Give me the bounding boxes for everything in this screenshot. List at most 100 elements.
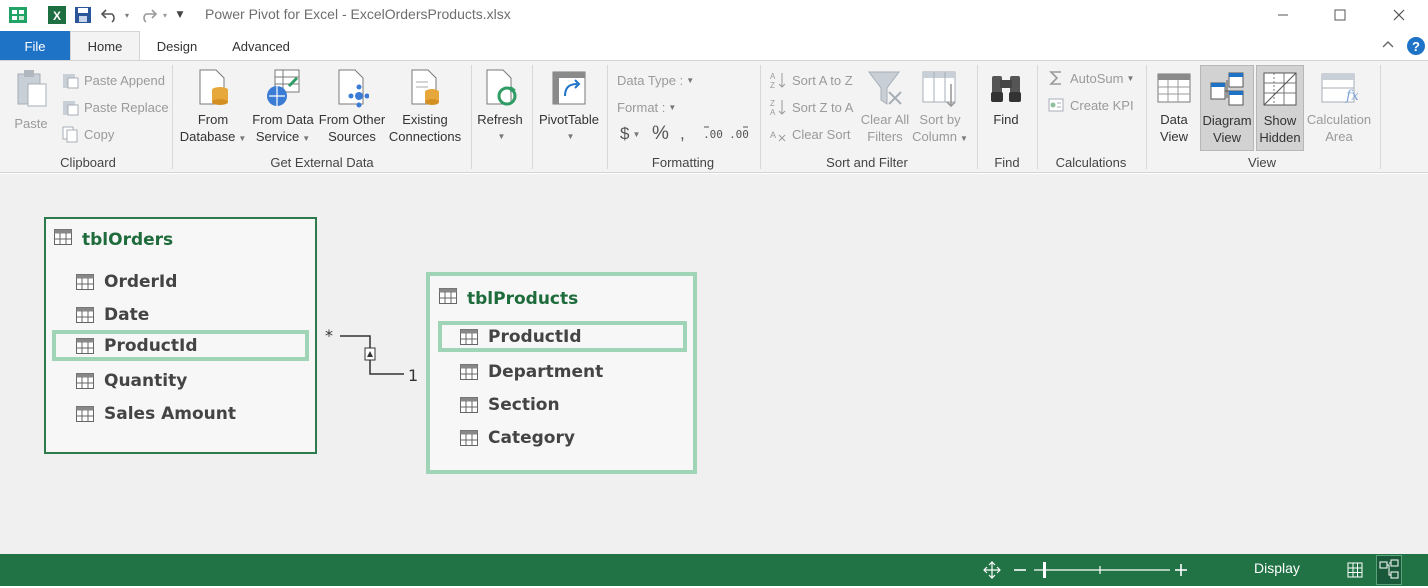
existing-connections-button[interactable]: Existing Connections: [388, 65, 462, 145]
column-department[interactable]: Department: [460, 357, 603, 387]
comma-style-label: ,: [680, 124, 685, 143]
tab-file[interactable]: File: [0, 31, 70, 61]
refresh-icon: [480, 65, 520, 111]
ribbon-separator: [532, 65, 533, 169]
paste-button[interactable]: Paste: [8, 65, 54, 132]
table-tblproducts[interactable]: tblProducts ProductId Department Section…: [426, 272, 697, 474]
sort-z-to-a-button[interactable]: ZA Sort Z to A: [768, 96, 853, 118]
zoom-slider[interactable]: [1032, 560, 1172, 580]
column-quantity[interactable]: Quantity: [76, 366, 187, 396]
svg-text:.00: .00: [703, 128, 723, 141]
percent-button[interactable]: %: [652, 123, 669, 145]
maximize-button[interactable]: [1317, 0, 1363, 30]
data-view-button[interactable]: Data View: [1150, 65, 1198, 145]
calculation-area-button[interactable]: fx Calculation Area: [1306, 65, 1372, 145]
ribbon-separator: [1380, 65, 1381, 169]
autosum-button[interactable]: AutoSum ▼: [1046, 67, 1134, 89]
diagram-view-icon: [1207, 66, 1247, 112]
column-name: ProductId: [488, 326, 582, 347]
clear-sort-label: Clear Sort: [792, 126, 851, 142]
display-label[interactable]: Display: [1254, 560, 1300, 576]
data-type-dropdown[interactable]: Data Type : ▼: [617, 69, 694, 91]
table-tblorders[interactable]: tblOrders OrderId Date ProductId Quantit…: [44, 217, 317, 454]
table-title[interactable]: tblProducts: [439, 288, 578, 309]
column-productid[interactable]: ProductId: [438, 321, 687, 352]
calculation-area-icon: fx: [1319, 65, 1359, 111]
column-name: OrderId: [104, 272, 178, 292]
excel-icon[interactable]: X: [46, 4, 68, 26]
column-date[interactable]: Date: [76, 300, 149, 330]
paste-replace-button[interactable]: Paste Replace: [60, 96, 169, 118]
column-orderid[interactable]: OrderId: [76, 267, 177, 297]
diagram-canvas[interactable]: tblOrders OrderId Date ProductId Quantit…: [0, 174, 1428, 554]
zoom-out-button[interactable]: [1012, 560, 1028, 580]
create-kpi-label: Create KPI: [1070, 97, 1134, 113]
show-hidden-button[interactable]: Show Hidden: [1256, 65, 1304, 151]
decrease-decimal-button[interactable]: .00: [728, 123, 750, 145]
table-title[interactable]: tblOrders: [54, 229, 173, 250]
ribbon-separator: [172, 65, 173, 169]
refresh-label: Refresh: [477, 112, 523, 127]
currency-button[interactable]: $ ▼: [620, 123, 640, 145]
redo-dropdown-icon[interactable]: ▾: [160, 4, 170, 26]
find-button[interactable]: Find: [984, 65, 1028, 128]
grid-view-icon[interactable]: [1345, 560, 1365, 580]
customize-toolbar-icon[interactable]: ▼: [174, 4, 186, 26]
column-section[interactable]: Section: [460, 390, 560, 420]
from-other-sources-label-1: From Other: [318, 112, 386, 127]
pivottable-button[interactable]: PivotTable ▼: [536, 65, 602, 145]
table-name: tblOrders: [82, 229, 174, 250]
database-icon: [193, 65, 233, 111]
tab-home[interactable]: Home: [70, 31, 140, 61]
from-data-service-label-1: From Data: [252, 112, 314, 127]
clear-sort-button[interactable]: A Clear Sort: [768, 123, 851, 145]
from-other-sources-button[interactable]: From Other Sources: [318, 65, 386, 145]
from-data-service-button[interactable]: From Data Service ▼: [250, 65, 316, 147]
undo-icon[interactable]: [98, 4, 122, 26]
redo-icon[interactable]: [136, 4, 160, 26]
from-database-label-1: From: [197, 112, 229, 127]
undo-dropdown-icon[interactable]: ▾: [122, 4, 132, 26]
column-category[interactable]: Category: [460, 423, 575, 453]
sort-a-to-z-button[interactable]: AZ Sort A to Z: [768, 69, 853, 91]
clear-all-filters-button[interactable]: Clear All Filters: [860, 65, 910, 145]
from-database-button[interactable]: From Database ▼: [180, 65, 246, 147]
column-sales-amount[interactable]: Sales Amount: [76, 399, 236, 429]
copy-button[interactable]: Copy: [60, 123, 114, 145]
increase-decimal-icon: .00: [702, 124, 724, 145]
copy-icon: [60, 125, 80, 143]
paste-icon: [11, 65, 51, 111]
save-icon[interactable]: [72, 4, 94, 26]
table-icon: [439, 288, 457, 309]
refresh-button[interactable]: Refresh ▼: [474, 65, 526, 145]
help-icon[interactable]: ?: [1406, 36, 1426, 56]
fit-to-screen-icon[interactable]: [982, 560, 1002, 580]
diagram-view-icon[interactable]: [1376, 555, 1402, 585]
svg-text:A: A: [770, 108, 776, 116]
diagram-view-button[interactable]: Diagram View: [1200, 65, 1254, 151]
tab-design[interactable]: Design: [146, 31, 208, 61]
dropdown-caret-icon: ▼: [302, 134, 311, 143]
kpi-icon: [1046, 96, 1066, 114]
paste-label: Paste: [14, 116, 48, 131]
column-icon: [76, 406, 94, 422]
clear-all-filters-label-1: Clear All: [860, 112, 910, 127]
create-kpi-button[interactable]: Create KPI: [1046, 94, 1134, 116]
from-data-service-label-2: Service: [255, 129, 300, 144]
increase-decimal-button[interactable]: .00: [702, 123, 724, 145]
minimize-button[interactable]: [1260, 0, 1306, 30]
collapse-ribbon-icon[interactable]: [1380, 37, 1396, 53]
column-icon: [76, 307, 94, 323]
sort-by-column-button[interactable]: Sort by Column ▼: [912, 65, 968, 147]
dropdown-caret-icon: ▼: [686, 75, 695, 85]
column-productid[interactable]: ProductId: [52, 330, 309, 361]
calculation-area-label-1: Calculation: [1306, 112, 1372, 127]
zoom-in-button[interactable]: [1173, 560, 1189, 580]
ribbon-separator: [977, 65, 978, 169]
tab-advanced[interactable]: Advanced: [222, 31, 300, 61]
paste-append-button[interactable]: Paste Append: [60, 69, 165, 91]
format-dropdown[interactable]: Format : ▼: [617, 96, 676, 118]
sigma-icon: [1046, 69, 1066, 87]
close-button[interactable]: [1376, 0, 1422, 30]
comma-style-button[interactable]: ,: [680, 123, 685, 145]
